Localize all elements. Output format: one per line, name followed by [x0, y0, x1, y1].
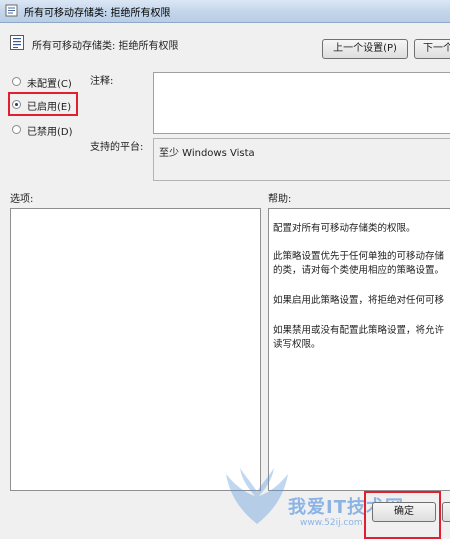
radio-label: 已禁用(D)	[27, 127, 73, 138]
radio-label: 未配置(C)	[27, 79, 72, 90]
radio-button[interactable]	[12, 125, 21, 134]
supported-platform-value: 至少 Windows Vista	[159, 148, 255, 159]
help-panel[interactable]: 配置对所有可移动存储类的权限。 此策略设置优先于任何单独的可移动存储 的类，请对…	[268, 208, 450, 491]
policy-icon	[5, 4, 18, 17]
help-text-line: 读写权限。	[273, 339, 321, 350]
help-text-line: 如果禁用或没有配置此策略设置，将允许	[273, 325, 445, 336]
help-text-line: 如果启用此策略设置，将拒绝对任何可移	[273, 295, 445, 306]
policy-document-icon	[10, 35, 24, 50]
help-text-line: 的类，请对每个类使用相应的策略设置。	[273, 265, 445, 276]
help-text-line: 配置对所有可移动存储类的权限。	[273, 223, 416, 234]
supported-platform-box: 至少 Windows Vista	[153, 138, 450, 181]
comment-label: 注释:	[90, 76, 114, 87]
next-setting-button[interactable]: 下一个	[414, 39, 450, 59]
window-title: 所有可移动存储类: 拒绝所有权限	[24, 8, 171, 19]
watermark-url: www.52ij.com	[300, 518, 363, 528]
options-label: 选项:	[10, 194, 34, 205]
options-panel[interactable]	[10, 208, 261, 491]
radio-button[interactable]	[12, 77, 21, 86]
watermark-wings-logo	[226, 468, 288, 524]
previous-setting-button[interactable]: 上一个设置(P)	[322, 39, 408, 59]
setting-title: 所有可移动存储类: 拒绝所有权限	[32, 41, 179, 52]
comment-textarea[interactable]	[153, 72, 450, 134]
enabled-highlight-box	[8, 92, 78, 116]
ok-highlight-box	[364, 491, 441, 539]
cancel-button[interactable]	[442, 502, 450, 522]
help-label: 帮助:	[268, 194, 292, 205]
policy-setting-window: 所有可移动存储类: 拒绝所有权限 所有可移动存储类: 拒绝所有权限 上一个设置(…	[0, 0, 450, 539]
help-text-line: 此策略设置优先于任何单独的可移动存储	[273, 251, 445, 262]
title-bar[interactable]: 所有可移动存储类: 拒绝所有权限	[0, 0, 450, 23]
supported-platform-label: 支持的平台:	[90, 142, 144, 153]
